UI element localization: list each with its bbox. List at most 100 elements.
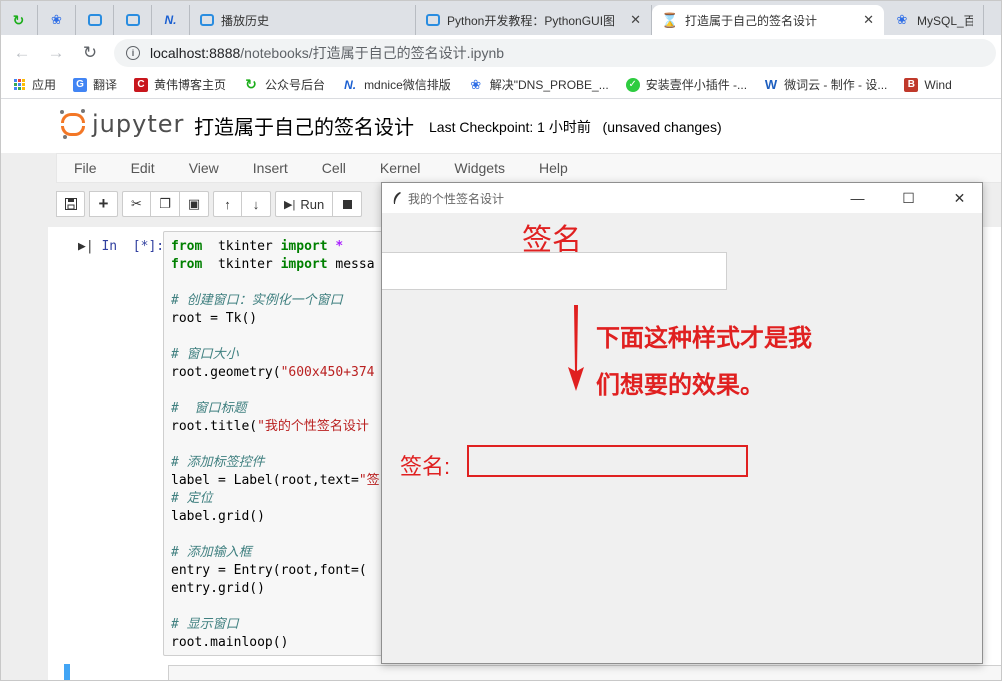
tk-window: 我的个性签名设计 — ☐ ✕ 签名 下面这种样式才是我 们想要的效果。 签名: [381, 182, 983, 664]
tab-2[interactable]: ❀ [38, 5, 76, 35]
back-arrow-icon[interactable]: ← [12, 43, 32, 63]
tab-python-tutorial[interactable]: Python开发教程：PythonGUI图 ✕ [416, 5, 652, 35]
jupyter-header: jupyter 打造属于自己的签名设计 Last Checkpoint: 1 小… [0, 99, 1002, 153]
csdn-icon: C [134, 77, 149, 92]
bookmark-translate[interactable]: G 翻译 [73, 76, 117, 93]
bookmark-mdnice[interactable]: N. mdnice微信排版 [342, 76, 451, 93]
maximize-icon[interactable]: ☐ [886, 183, 931, 213]
tab-mysql[interactable]: ❀ MySQL_百 [884, 5, 984, 35]
tab-active-notebook[interactable]: ⌛ 打造属于自己的签名设计 ✕ [652, 5, 884, 35]
copy-button[interactable]: ❐ [151, 191, 180, 217]
address-bar: ← → ↻ i localhost:8888/notebooks/打造属于自己的… [0, 35, 1002, 71]
cut-button[interactable]: ✂ [122, 191, 151, 217]
minimize-icon[interactable]: — [835, 183, 880, 213]
menu-view[interactable]: View [172, 160, 236, 176]
bookmark-yiban[interactable]: ✓ 安装壹伴小插件 -... [625, 76, 747, 93]
bookmark-wind[interactable]: B Wind [904, 77, 952, 92]
baidu-paw-icon: ❀ [896, 12, 908, 27]
bookmark-wechat-admin[interactable]: ↻ 公众号后台 [243, 76, 325, 93]
bookmark-blog[interactable]: C 黄伟博客主页 [134, 76, 226, 93]
menu-widgets[interactable]: Widgets [437, 160, 522, 176]
bookmark-label: 黄伟博客主页 [154, 78, 227, 92]
code-line: # 定位 [171, 491, 213, 506]
paste-icon: ▣ [187, 196, 201, 211]
plus-icon: + [98, 194, 109, 213]
move-up-button[interactable]: ↑ [213, 191, 242, 217]
move-down-button[interactable]: ↓ [242, 191, 271, 217]
code-line: from tkinter import messa [171, 257, 375, 272]
code-line: # 显示窗口 [171, 617, 239, 632]
notebook-name[interactable]: 打造属于自己的签名设计 [194, 111, 414, 140]
save-button[interactable] [56, 191, 85, 217]
url-input[interactable]: i localhost:8888/notebooks/打造属于自己的签名设计.i… [114, 39, 996, 67]
menu-bar: File Edit View Insert Cell Kernel Widget… [56, 153, 1002, 183]
weiciyun-icon: W [764, 77, 778, 92]
bookmark-label: 公众号后台 [265, 78, 326, 92]
menu-help[interactable]: Help [522, 160, 585, 176]
checkpoint-text: Last Checkpoint: 1 小时前 [429, 119, 591, 135]
menu-cell[interactable]: Cell [305, 160, 363, 176]
tab-label: Python开发教程：PythonGUI图 [447, 13, 616, 28]
feather-icon [393, 192, 401, 204]
example-signature-label: 签名: [400, 454, 451, 479]
run-cell-icon[interactable]: ▶| [78, 239, 94, 254]
tab-1[interactable]: ↻ [0, 5, 38, 35]
close-icon[interactable]: ✕ [630, 12, 641, 28]
bookmark-apps[interactable]: 应用 [14, 76, 56, 93]
arrow-down-annotation-icon [568, 305, 584, 391]
tab-5[interactable]: N. [152, 5, 190, 35]
code-cell[interactable]: ▶| In [*]: from tkinter import * from tki… [68, 231, 403, 656]
url-path: /notebooks/打造属于自己的签名设计.ipynb [240, 45, 505, 61]
mdnice-icon: N. [344, 77, 357, 92]
close-icon[interactable]: ✕ [863, 12, 874, 28]
menu-edit[interactable]: Edit [114, 160, 172, 176]
tk-title-bar[interactable]: 我的个性签名设计 — ☐ ✕ [382, 183, 982, 213]
code-line: # 窗口大小 [171, 347, 239, 362]
interrupt-button[interactable] [333, 191, 363, 217]
cell-selection-marker [64, 664, 70, 681]
tab-strip: ↻ ❀ N. 播放历史 Python开发教程：PythonGUI图 ✕ ⌛ 打造… [0, 0, 1002, 35]
code-text: from tkinter import * from tkinter import… [164, 232, 402, 652]
code-editor[interactable]: from tkinter import * from tkinter import… [163, 231, 403, 656]
forward-arrow-icon[interactable]: → [46, 43, 66, 63]
bookmark-dns[interactable]: ❀ 解决"DNS_PROBE_... [468, 76, 609, 93]
tab-label: 播放历史 [221, 13, 270, 28]
baidu-paw-icon: ❀ [470, 76, 482, 92]
jupyter-logo[interactable]: jupyter [60, 109, 184, 139]
bookmark-label: mdnice微信排版 [364, 78, 451, 92]
apps-icon [14, 78, 26, 91]
menu-file[interactable]: File [57, 160, 114, 176]
info-icon[interactable]: i [126, 46, 140, 60]
code-line: root.title("我的个性签名设计 [171, 419, 369, 434]
reload-icon[interactable]: ↻ [80, 43, 100, 63]
tk-signature-entry[interactable] [382, 252, 727, 290]
bookmark-label: 解决"DNS_PROBE_... [489, 78, 609, 92]
unsaved-text: (unsaved changes) [602, 119, 722, 135]
bilibili-tv-icon [125, 14, 140, 26]
tk-window-title: 我的个性签名设计 [408, 191, 505, 206]
close-window-icon[interactable]: ✕ [937, 183, 982, 213]
translate-icon: G [73, 77, 88, 92]
run-button[interactable]: ▶| Run [275, 191, 334, 217]
tab-play-history[interactable]: 播放历史 [190, 5, 416, 35]
jupyter-logo-icon [60, 109, 86, 139]
menu-insert[interactable]: Insert [236, 160, 305, 176]
bookmark-label: 微词云 - 制作 - 设... [784, 78, 888, 92]
code-line: root.geometry("600x450+374 [171, 365, 375, 380]
add-cell-button[interactable]: + [89, 191, 118, 217]
paste-button[interactable]: ▣ [180, 191, 209, 217]
next-code-cell[interactable] [168, 665, 1002, 681]
tab-4[interactable] [114, 5, 152, 35]
bookmark-weiciyun[interactable]: W 微词云 - 制作 - 设... [764, 76, 887, 93]
code-line: entry = Entry(root,font=( [171, 563, 367, 578]
copy-icon: ❐ [159, 196, 171, 211]
menu-kernel[interactable]: Kernel [363, 160, 437, 176]
tab-3[interactable] [76, 5, 114, 35]
bookmark-label: Wind [924, 77, 952, 92]
note-line-1: 下面这种样式才是我 [596, 325, 812, 352]
code-line: root.mainloop() [171, 635, 289, 650]
b-icon: B [904, 77, 919, 92]
